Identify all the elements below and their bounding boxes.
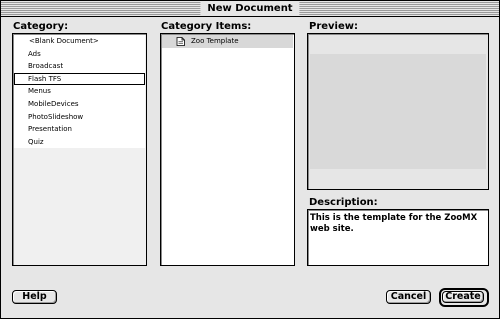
window-title: New Document [200,2,300,15]
category-item-menus[interactable]: Menus [14,85,145,98]
category-list[interactable]: <Blank Document> Ads Broadcast Flash TFS… [12,33,147,266]
category-items-list[interactable]: Zoo Template [160,33,295,266]
category-item-flash-tfs[interactable]: Flash TFS [14,72,145,86]
category-item-presentation[interactable]: Presentation [14,123,145,136]
category-item-broadcast[interactable]: Broadcast [14,60,145,73]
preview-area [310,54,486,169]
category-item-photoslideshow[interactable]: PhotoSlideshow [14,111,145,124]
help-button[interactable]: Help [12,290,57,304]
category-label: Category: [13,21,69,32]
title-bar[interactable]: New Document [1,1,499,17]
preview-panel [307,33,489,190]
category-items-label: Category Items: [161,21,252,32]
category-item-zoo-template[interactable]: Zoo Template [162,35,293,48]
category-item-label: Zoo Template [191,37,239,45]
description-label: Description: [309,197,378,208]
description-box: This is the template for the ZooMX web s… [307,209,489,266]
category-item-ads[interactable]: Ads [14,48,145,61]
document-icon [176,37,185,46]
create-button[interactable]: Create [442,291,484,303]
category-item-quiz[interactable]: Quiz [14,136,145,149]
category-list-items: <Blank Document> Ads Broadcast Flash TFS… [14,35,145,149]
preview-label: Preview: [309,21,359,32]
category-item-mobiledevices[interactable]: MobileDevices [14,98,145,111]
cancel-button[interactable]: Cancel [386,290,431,304]
category-item-blank-document[interactable]: <Blank Document> [14,35,145,48]
description-text: This is the template for the ZooMX web s… [310,213,478,234]
new-document-dialog: New Document Category: <Blank Document> … [0,0,500,319]
